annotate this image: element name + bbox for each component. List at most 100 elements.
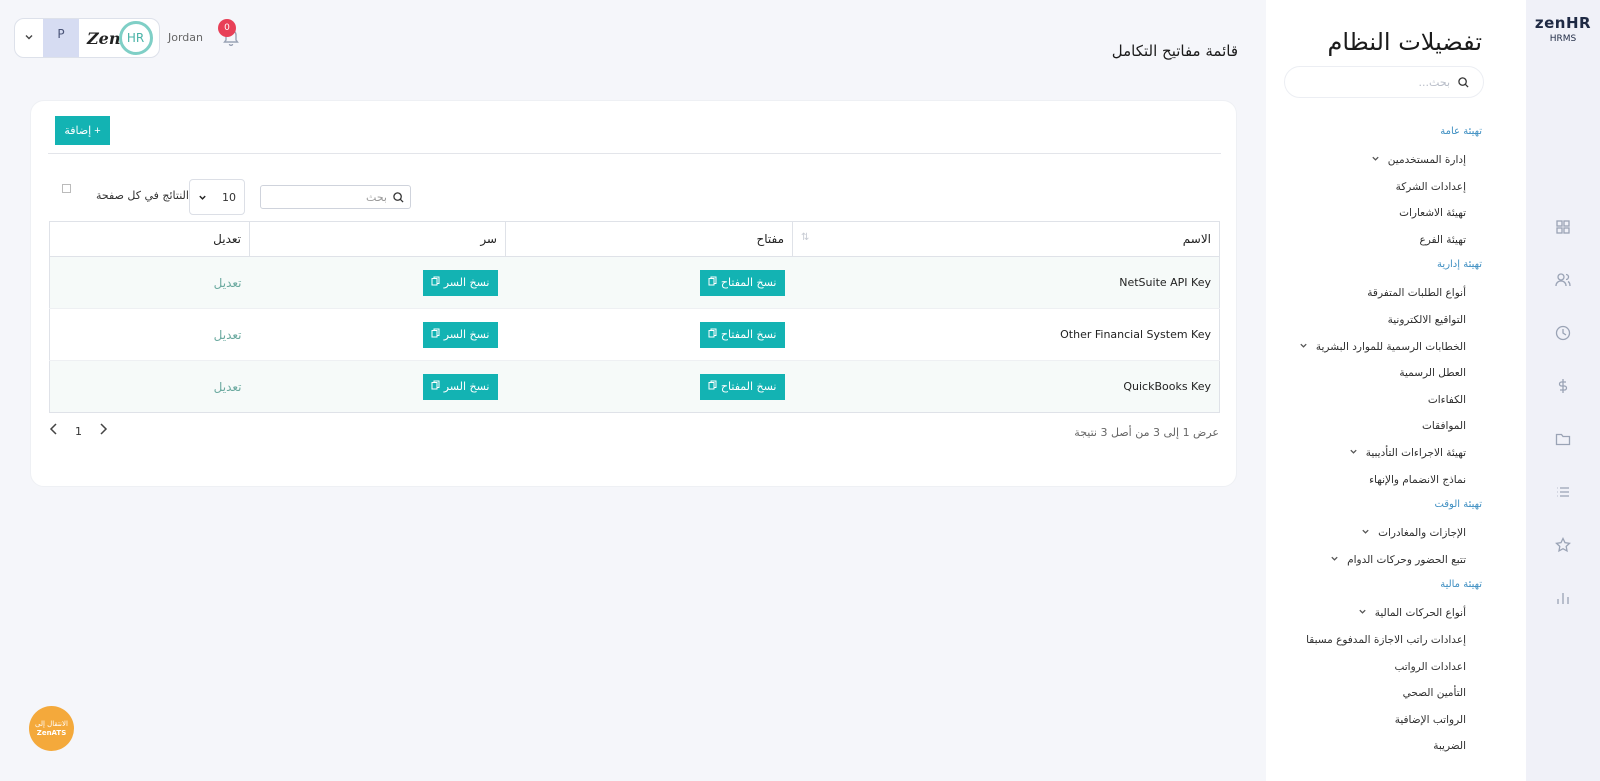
- column-header-name-label: الاسم: [1182, 232, 1211, 246]
- settings-menu-item[interactable]: تهيئة الاجراءات التأديبية: [1349, 447, 1466, 459]
- settings-menu-item[interactable]: الرواتب الإضافية: [1395, 714, 1466, 726]
- cell-edit: تعديل: [49, 256, 250, 309]
- settings-menu-item-label: الضريبة: [1433, 740, 1466, 753]
- settings-menu-item[interactable]: التواقيع الالكترونية: [1388, 314, 1466, 326]
- cell-name: NetSuite API Key: [792, 256, 1220, 309]
- column-header-key: مفتاح: [505, 221, 793, 257]
- divider: [48, 153, 1221, 154]
- settings-menu-item[interactable]: تتبع الحضور وحركات الدوام: [1330, 554, 1466, 566]
- brand-name: zenHR: [1534, 14, 1592, 32]
- settings-menu-item[interactable]: إعدادات راتب الاجازة المدفوع مسبقا: [1306, 634, 1466, 646]
- chevron-down-icon: [199, 195, 206, 200]
- settings-section-header[interactable]: تهيئة الوقت: [1434, 499, 1482, 510]
- chevron-down-icon[interactable]: [15, 32, 43, 45]
- settings-menu-item-label: نماذج الانضمام والإنهاء: [1369, 473, 1466, 486]
- clock-icon[interactable]: [1554, 324, 1572, 342]
- settings-menu-item[interactable]: تهيئة الفرع: [1419, 234, 1466, 246]
- settings-menu-item[interactable]: أنواع الحركات المالية: [1358, 607, 1466, 619]
- settings-menu-item[interactable]: الضريبة: [1433, 740, 1466, 752]
- chevron-right-icon[interactable]: [98, 423, 108, 439]
- table-search-placeholder: بحث: [366, 190, 387, 204]
- copy-key-button[interactable]: نسخ المفتاح: [699, 321, 785, 348]
- settings-sidebar: تفضيلات النظام بحث... تهيئة عامة إدارة ال…: [1266, 0, 1526, 781]
- settings-menu-item-label: أنواع الحركات المالية: [1374, 607, 1466, 620]
- copy-icon: [708, 276, 717, 289]
- copy-key-label: نسخ المفتاح: [720, 276, 777, 289]
- copy-key-button[interactable]: نسخ المفتاح: [699, 269, 785, 296]
- page-number[interactable]: 1: [75, 425, 82, 438]
- dashboard-icon[interactable]: [1554, 218, 1572, 236]
- settings-search-input[interactable]: بحث...: [1284, 66, 1484, 98]
- brand-logo[interactable]: zenHR HRMS: [1526, 14, 1600, 44]
- settings-menu-item[interactable]: الكفاءات: [1428, 394, 1466, 406]
- expand-icon[interactable]: [62, 184, 71, 193]
- search-icon: [1458, 76, 1469, 88]
- copy-key-button[interactable]: نسخ المفتاح: [699, 373, 785, 400]
- list-icon[interactable]: [1554, 483, 1572, 501]
- settings-section-header[interactable]: تهيئة مالية: [1440, 579, 1482, 590]
- integration-keys-card: + إضافة النتائج في كل صفحة 10 بحث الاسم …: [30, 100, 1237, 487]
- avatar[interactable]: P: [43, 19, 79, 57]
- edit-link[interactable]: تعديل: [214, 276, 242, 290]
- copy-secret-button[interactable]: نسخ السر: [422, 269, 498, 296]
- page-title: قائمة مفاتيح التكامل: [1111, 42, 1238, 60]
- settings-menu-item[interactable]: الخطابات الرسمية للموارد البشرية: [1299, 341, 1466, 353]
- settings-menu-item-label: الرواتب الإضافية: [1394, 713, 1466, 726]
- copy-secret-label: نسخ السر: [443, 380, 490, 393]
- cell-key: نسخ المفتاح: [505, 256, 793, 309]
- copy-secret-button[interactable]: نسخ السر: [422, 321, 498, 348]
- country-label: Jordan: [168, 31, 203, 44]
- per-page-value: 10: [222, 190, 236, 204]
- settings-menu-item-label: الموافقات: [1422, 420, 1466, 433]
- settings-menu-item-label: تهيئة الاشعارات: [1399, 207, 1466, 220]
- search-icon: [393, 191, 404, 203]
- copy-icon: [708, 380, 717, 393]
- dollar-icon[interactable]: [1554, 377, 1572, 395]
- users-icon[interactable]: [1554, 271, 1572, 289]
- edit-link[interactable]: تعديل: [214, 328, 242, 342]
- settings-menu-item-label: تهيئة الفرع: [1419, 233, 1466, 246]
- settings-menu-item[interactable]: تهيئة الاشعارات: [1399, 207, 1466, 219]
- chevron-down-icon: [1349, 447, 1358, 459]
- add-button[interactable]: + إضافة: [55, 116, 110, 145]
- settings-section-header[interactable]: تهيئة إدارية: [1437, 259, 1482, 270]
- chevron-left-icon[interactable]: [49, 423, 59, 439]
- settings-menu-item-label: أنواع الطلبات المتفرقة: [1367, 287, 1466, 300]
- copy-secret-button[interactable]: نسخ السر: [422, 373, 498, 400]
- settings-menu-item[interactable]: اعدادات الرواتب: [1394, 661, 1466, 673]
- settings-section-header[interactable]: تهيئة عامة: [1440, 126, 1482, 137]
- sort-icon[interactable]: ⇅: [801, 232, 809, 243]
- per-page-select[interactable]: 10: [189, 179, 245, 215]
- settings-menu-item[interactable]: أنواع الطلبات المتفرقة: [1367, 287, 1466, 299]
- zenats-switch-button[interactable]: الانتقال إلى ZenATS: [29, 706, 74, 751]
- notification-badge: 0: [218, 19, 236, 37]
- settings-menu-item[interactable]: الموافقات: [1422, 420, 1466, 432]
- folder-icon[interactable]: [1554, 430, 1572, 448]
- company-logo-circle: HR: [118, 21, 153, 55]
- chevron-down-icon: [1330, 554, 1339, 566]
- edit-link[interactable]: تعديل: [214, 380, 242, 394]
- user-menu[interactable]: P Zen HR: [14, 18, 160, 58]
- chevron-down-icon: [1358, 607, 1367, 619]
- fab-line1: الانتقال إلى: [35, 720, 68, 729]
- column-header-name[interactable]: الاسم ⇅: [792, 221, 1220, 257]
- settings-menu-item[interactable]: العطل الرسمية: [1399, 367, 1466, 379]
- settings-menu-item[interactable]: نماذج الانضمام والإنهاء: [1369, 474, 1466, 486]
- table-search-input[interactable]: بحث: [260, 185, 411, 209]
- settings-search-placeholder: بحث...: [1418, 75, 1450, 89]
- bar-chart-icon[interactable]: [1554, 589, 1572, 607]
- cell-secret: نسخ السر: [249, 360, 506, 413]
- star-icon[interactable]: [1554, 536, 1572, 554]
- table-row: NetSuite API Key نسخ المفتاح نسخ السر تعديل: [49, 256, 1220, 309]
- settings-menu-item-label: تتبع الحضور وحركات الدوام: [1347, 553, 1466, 566]
- copy-icon: [431, 276, 440, 289]
- settings-menu-item[interactable]: التأمين الصحي: [1403, 687, 1466, 699]
- cell-name: Other Financial System Key: [792, 308, 1220, 361]
- settings-menu-item[interactable]: إدارة المستخدمين: [1371, 154, 1466, 166]
- settings-menu-item[interactable]: الإجازات والمغادرات: [1361, 527, 1466, 539]
- settings-menu-item[interactable]: إعدادات الشركة: [1396, 181, 1466, 193]
- settings-menu-item-label: اعدادات الرواتب: [1394, 660, 1466, 673]
- settings-menu-item-label: العطل الرسمية: [1399, 367, 1466, 380]
- chevron-down-icon: [1299, 341, 1308, 353]
- copy-icon: [708, 328, 717, 341]
